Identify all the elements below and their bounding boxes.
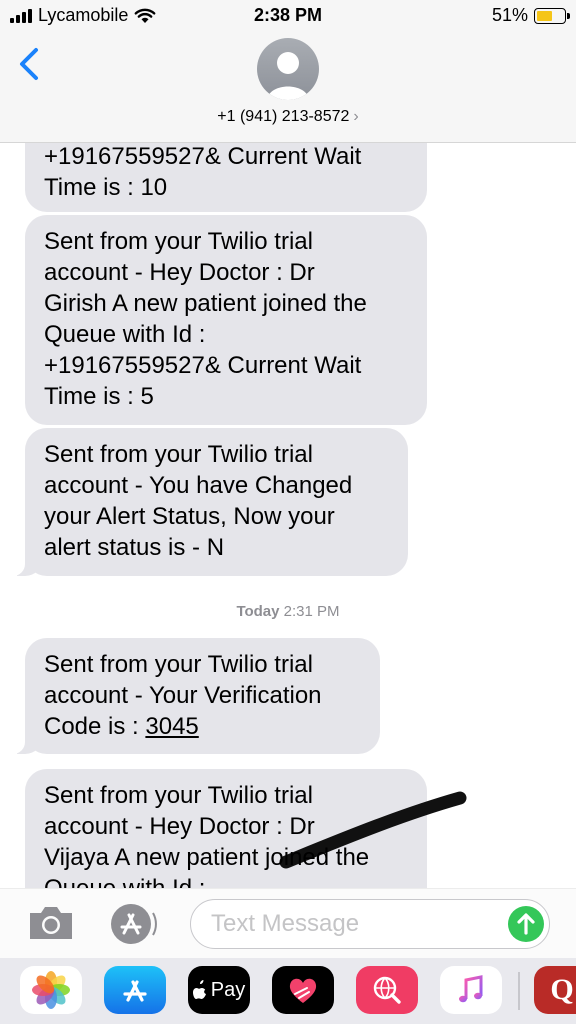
- message-bubble[interactable]: Sent from your Twilio trial account - Yo…: [11, 428, 408, 576]
- status-bar: Lycamobile 2:38 PM 51%: [0, 0, 576, 34]
- image-search-app[interactable]: [356, 966, 418, 1014]
- apple-pay-icon: [192, 980, 206, 999]
- heart-icon: [289, 978, 317, 1003]
- send-button[interactable]: [508, 906, 544, 942]
- message-composer: [0, 888, 576, 959]
- apple-pay-app[interactable]: Pay: [188, 966, 250, 1014]
- person-icon: [267, 52, 309, 100]
- battery-icon: [534, 7, 570, 24]
- text-message-input[interactable]: [209, 900, 493, 948]
- message-bubble[interactable]: Sent from your Twilio trial account - Yo…: [11, 638, 380, 754]
- chevron-right-icon: ›: [353, 108, 359, 125]
- clock: 2:38 PM: [253, 5, 323, 25]
- verification-code-link[interactable]: 3045: [145, 713, 198, 740]
- camera-icon[interactable]: [26, 903, 76, 943]
- music-app[interactable]: [440, 966, 502, 1014]
- contact-avatar[interactable]: [257, 38, 319, 100]
- message-bubble[interactable]: Sent from your Twilio trial account - He…: [25, 215, 427, 425]
- message-input-field[interactable]: [190, 899, 550, 949]
- battery-percent: 51%: [491, 5, 528, 25]
- back-chevron-icon[interactable]: [14, 44, 48, 84]
- digital-touch-app[interactable]: [272, 966, 334, 1014]
- app-drawer: Pay Q: [0, 958, 576, 1024]
- photos-app[interactable]: [20, 966, 82, 1014]
- message-text: Sent from your Twilio trial account - Yo…: [44, 649, 361, 742]
- apple-pay-label: Pay: [210, 978, 246, 1001]
- quora-app[interactable]: Q: [534, 966, 576, 1014]
- conversation-header: +1 (941) 213-8572 ›: [0, 34, 576, 143]
- photos-icon: [32, 971, 70, 1009]
- music-icon: [459, 975, 483, 1003]
- app-store-icon: [123, 980, 147, 1002]
- battery: 51%: [491, 5, 570, 26]
- drawer-divider: [518, 972, 520, 1010]
- arrow-up-icon: [517, 913, 535, 935]
- globe-search-icon: [373, 976, 401, 1004]
- message-text: Sent from your Twilio trial account - Yo…: [44, 441, 353, 561]
- app-store-app[interactable]: [104, 966, 166, 1014]
- quora-icon: Q: [550, 973, 574, 1006]
- app-store-button-icon[interactable]: [107, 901, 159, 947]
- contact-number: +1 (941) 213-8572: [217, 108, 350, 125]
- message-bubble[interactable]: Sent from your Twilio trial account - He…: [25, 769, 427, 890]
- contact-name[interactable]: +1 (941) 213-8572 ›: [0, 108, 576, 126]
- message-text: Sent from your Twilio trial account - He…: [44, 228, 367, 410]
- message-text: Sent from your Twilio trial account - He…: [44, 782, 370, 890]
